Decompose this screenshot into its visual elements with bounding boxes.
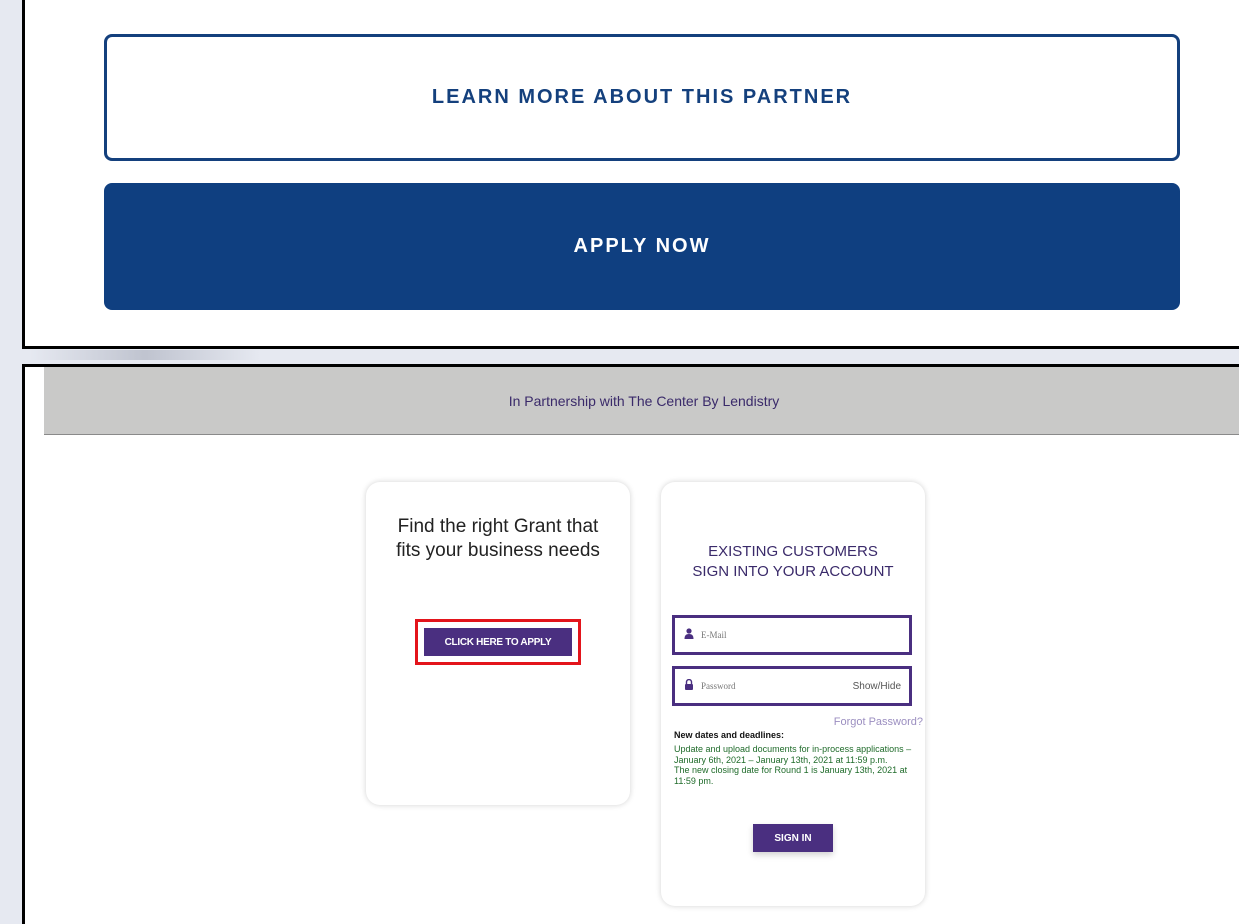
deadline-line: The new closing date for Round 1 is Janu… [674, 765, 908, 786]
signin-heading-line2: SIGN INTO YOUR ACCOUNT [692, 563, 894, 580]
signin-heading: EXISTING CUSTOMERS SIGN INTO YOUR ACCOUN… [661, 542, 925, 582]
signin-card: EXISTING CUSTOMERS SIGN INTO YOUR ACCOUN… [661, 482, 925, 906]
find-grant-heading: Find the right Grant that fits your busi… [366, 515, 630, 563]
deadlines-title: New dates and deadlines: [674, 730, 785, 740]
find-grant-heading-line1: Find the right Grant that [397, 516, 599, 537]
find-grant-heading-line2: fits your business needs [396, 540, 600, 561]
show-hide-toggle[interactable]: Show/Hide [853, 681, 901, 692]
lock-icon [683, 678, 695, 693]
click-here-to-apply-button[interactable]: CLICK HERE TO APPLY [424, 628, 572, 656]
deadlines-text: Update and upload documents for in-proce… [674, 744, 919, 786]
apply-now-button[interactable]: APPLY NOW [104, 183, 1180, 310]
apply-highlight-box: CLICK HERE TO APPLY [415, 619, 581, 665]
user-icon [683, 628, 695, 642]
partner-actions-panel: LEARN MORE ABOUT THIS PARTNER APPLY NOW [22, 0, 1239, 349]
email-input[interactable] [699, 629, 901, 641]
apply-now-label: APPLY NOW [573, 235, 711, 257]
click-here-to-apply-label: CLICK HERE TO APPLY [444, 636, 552, 648]
find-grant-card: Find the right Grant that fits your busi… [366, 482, 630, 805]
partnership-header-text: In Partnership with The Center By Lendis… [508, 392, 780, 409]
email-field-wrapper [672, 615, 912, 655]
password-field-wrapper: Show/Hide [672, 666, 912, 706]
sign-in-label: SIGN IN [774, 832, 812, 844]
deadline-line: Update and upload documents for in-proce… [674, 744, 912, 765]
signin-heading-line1: EXISTING CUSTOMERS [708, 543, 878, 560]
learn-more-label: LEARN MORE ABOUT THIS PARTNER [431, 86, 853, 108]
forgot-password-link[interactable]: Forgot Password? [834, 716, 923, 728]
learn-more-button[interactable]: LEARN MORE ABOUT THIS PARTNER [104, 34, 1180, 161]
password-input[interactable] [699, 680, 853, 692]
panel-shadow [30, 350, 260, 360]
partnership-header: In Partnership with The Center By Lendis… [44, 367, 1239, 435]
grant-page-panel: In Partnership with The Center By Lendis… [22, 364, 1239, 924]
sign-in-button[interactable]: SIGN IN [753, 824, 833, 852]
